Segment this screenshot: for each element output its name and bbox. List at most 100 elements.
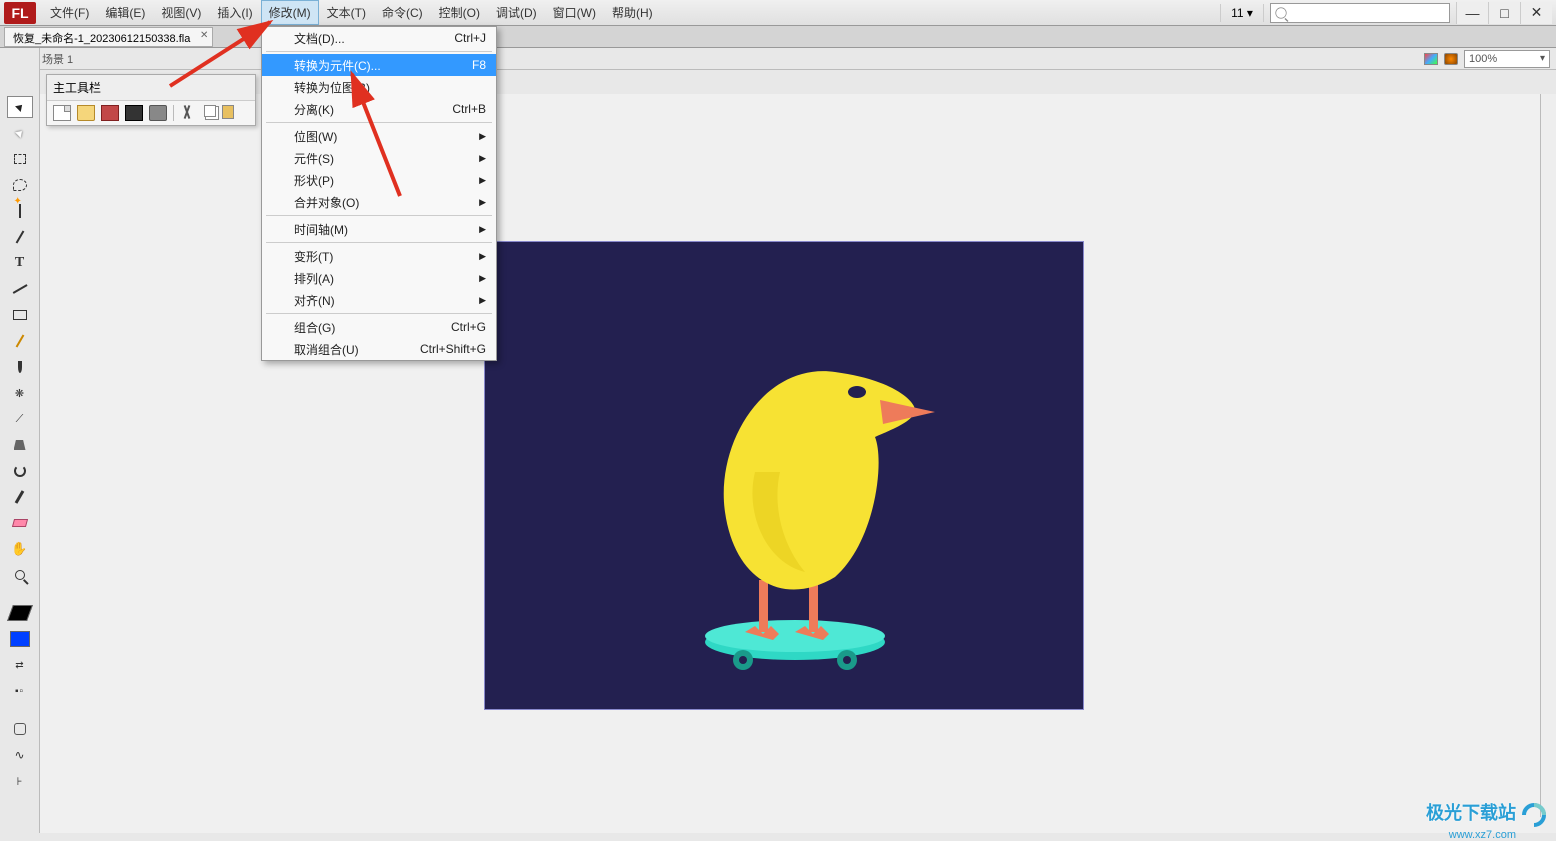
selection-tool[interactable]	[7, 96, 33, 118]
menu-item-label: 排列(A)	[294, 270, 334, 287]
menu-item-label: 变形(T)	[294, 248, 333, 265]
menu-item-15[interactable]: 对齐(N)▶	[262, 289, 496, 311]
snap-icon	[14, 723, 26, 735]
close-button[interactable]: ✕	[1520, 2, 1552, 24]
menu-item-label: 取消组合(U)	[294, 341, 359, 358]
main-toolbar-icons	[47, 101, 255, 125]
brush-tool[interactable]	[7, 356, 33, 378]
smooth-option[interactable]: ∿	[7, 744, 33, 766]
menu-item-14[interactable]: 排列(A)▶	[262, 267, 496, 289]
bone-tool[interactable]: ⟋	[7, 408, 33, 430]
menu-shortcut: Ctrl+G	[451, 320, 486, 334]
paste-icon[interactable]	[222, 105, 234, 119]
watermark-logo	[1520, 801, 1548, 829]
zoom-tool[interactable]	[7, 564, 33, 586]
window-controls: — □ ✕	[1456, 2, 1552, 24]
dots-icon: ▪▫	[15, 686, 24, 697]
free-transform-tool[interactable]	[7, 148, 33, 170]
menu-item-label: 组合(G)	[294, 319, 335, 336]
toolbar-separator	[173, 105, 174, 121]
rect-icon	[13, 310, 27, 320]
menu-file[interactable]: 文件(F)	[42, 0, 97, 25]
new-file-icon[interactable]	[53, 105, 71, 121]
submenu-arrow-icon: ▶	[479, 175, 486, 186]
menu-shortcut: Ctrl+J	[454, 31, 486, 45]
menu-control[interactable]: 控制(O)	[431, 0, 488, 25]
eyedropper-tool[interactable]	[7, 486, 33, 508]
scene-name[interactable]: 场景 1	[42, 51, 73, 67]
text-tool[interactable]: T	[7, 252, 33, 274]
submenu-arrow-icon: ▶	[479, 224, 486, 235]
cut-icon[interactable]	[180, 105, 198, 121]
stroke-swatch[interactable]	[7, 602, 33, 624]
menu-item-18[interactable]: 取消组合(U) Ctrl+Shift+G	[262, 338, 496, 360]
deco-icon: ❋	[15, 387, 24, 400]
maximize-button[interactable]: □	[1488, 2, 1520, 24]
menu-window[interactable]: 窗口(W)	[545, 0, 604, 25]
ink-bottle-tool[interactable]	[7, 460, 33, 482]
menu-item-label: 分离(K)	[294, 101, 334, 118]
default-colors[interactable]: ▪▫	[7, 680, 33, 702]
zoom-value: 100%	[1469, 53, 1497, 65]
menu-text[interactable]: 文本(T)	[319, 0, 374, 25]
print-icon[interactable]	[149, 105, 167, 121]
submenu-arrow-icon: ▶	[479, 153, 486, 164]
arrow-icon	[15, 102, 25, 112]
text-icon: T	[15, 255, 24, 271]
stroke-color-icon	[7, 605, 33, 621]
stage[interactable]	[484, 241, 1084, 710]
zoom-icon	[15, 570, 25, 580]
rectangle-tool[interactable]	[7, 304, 33, 326]
pencil-tool[interactable]	[7, 330, 33, 352]
bird-artwork[interactable]	[685, 342, 985, 672]
search-icon	[1275, 7, 1286, 18]
annotation-arrow-2	[340, 66, 420, 206]
pen-tool[interactable]	[7, 226, 33, 248]
subselection-tool[interactable]	[7, 122, 33, 144]
bone-icon: ⟋	[16, 413, 24, 426]
search-box[interactable]	[1270, 3, 1450, 23]
menu-commands[interactable]: 命令(C)	[374, 0, 431, 25]
workspace-indicator[interactable]: 11 ▾	[1220, 4, 1264, 22]
save-icon[interactable]	[101, 105, 119, 121]
straighten-option[interactable]: ⊦	[7, 770, 33, 792]
menu-help[interactable]: 帮助(H)	[604, 0, 661, 25]
copy-icon[interactable]	[204, 105, 216, 117]
menu-shortcut: Ctrl+Shift+G	[420, 342, 486, 356]
edit-scene-icon[interactable]	[1424, 53, 1438, 65]
fill-color-icon	[10, 631, 30, 647]
menu-shortcut: Ctrl+B	[452, 102, 486, 116]
menu-item-11[interactable]: 时间轴(M) ▶	[262, 218, 496, 240]
hand-icon: ✋	[11, 541, 27, 557]
deco-tool[interactable]: ❋	[7, 382, 33, 404]
vertical-scrollbar[interactable]	[1540, 94, 1556, 817]
lasso-tool[interactable]	[7, 174, 33, 196]
hand-tool[interactable]: ✋	[7, 538, 33, 560]
menu-item-label: 对齐(N)	[294, 292, 335, 309]
line-tool[interactable]	[7, 278, 33, 300]
ink-icon	[14, 465, 26, 477]
zoom-select[interactable]: 100%	[1464, 50, 1550, 68]
eyedropper-icon	[15, 490, 25, 504]
menu-item-17[interactable]: 组合(G) Ctrl+G	[262, 316, 496, 338]
menu-item-13[interactable]: 变形(T)▶	[262, 245, 496, 267]
minimize-button[interactable]: —	[1456, 2, 1488, 24]
pencil-icon	[15, 334, 24, 347]
magic-wand-tool[interactable]	[7, 200, 33, 222]
save-all-icon[interactable]	[125, 105, 143, 121]
open-file-icon[interactable]	[77, 105, 95, 121]
menu-item-label: 时间轴(M)	[294, 221, 348, 238]
paint-bucket-tool[interactable]	[7, 434, 33, 456]
eraser-tool[interactable]	[7, 512, 33, 534]
edit-symbol-icon[interactable]	[1444, 53, 1458, 65]
fill-swatch[interactable]	[7, 628, 33, 650]
eraser-icon	[11, 519, 27, 527]
watermark-url: www.xz7.com	[1449, 829, 1516, 841]
app-logo: FL	[4, 2, 36, 24]
menu-edit[interactable]: 编辑(E)	[97, 0, 153, 25]
swap-colors[interactable]: ⇄	[7, 654, 33, 676]
menu-debug[interactable]: 调试(D)	[488, 0, 545, 25]
snap-option[interactable]	[7, 718, 33, 740]
menu-separator	[266, 215, 492, 216]
menu-item-0[interactable]: 文档(D)...Ctrl+J	[262, 27, 496, 49]
